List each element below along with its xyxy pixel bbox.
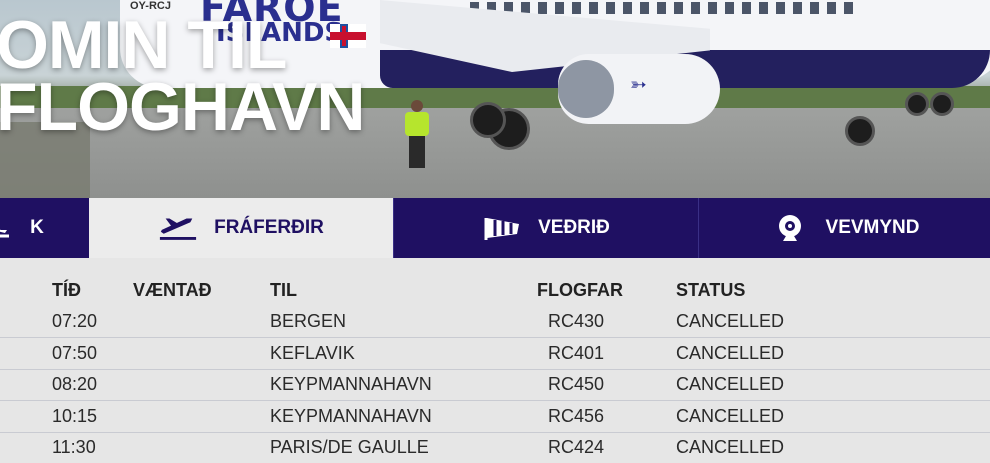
page-title: OMIN TIL FLOGHAVN <box>0 7 365 145</box>
cell-flight: RC456 <box>548 406 605 426</box>
header-flight: FLOGFAR <box>537 280 623 300</box>
webcam-icon <box>770 214 810 242</box>
tab-webcam[interactable]: VEVMYND <box>699 198 990 258</box>
cell-flight: RC450 <box>548 374 605 394</box>
landing-gear-wheel <box>470 102 506 138</box>
tab-webcam-label: VEVMYND <box>825 217 920 238</box>
table-row: 11:30 PARIS/DE GAULLE RC424 CANCELLED <box>0 432 990 463</box>
cell-flight: RC430 <box>548 311 605 331</box>
tab-weather[interactable]: VEÐRIÐ <box>394 198 698 258</box>
airplane-windows <box>470 2 860 14</box>
cell-status: CANCELLED <box>676 406 785 426</box>
table-row: 08:20 KEYPMANNAHAVN RC450 CANCELLED <box>0 369 990 401</box>
page-title-line2: FLOGHAVN <box>0 69 365 145</box>
airline-logo-icon: ➳ <box>630 74 647 96</box>
table-row: 07:20 BERGEN RC430 CANCELLED <box>0 306 990 338</box>
engine-intake <box>558 60 614 118</box>
cell-destination: BERGEN <box>270 311 347 331</box>
cell-time: 07:20 <box>52 311 98 331</box>
header-to: TIL <box>270 280 297 300</box>
header-status: STATUS <box>676 280 746 300</box>
landing-plane-icon <box>0 214 14 242</box>
rear-gear-wheel <box>930 92 954 116</box>
tab-departures-label: FRÁFERÐIR <box>214 217 324 238</box>
cell-time: 10:15 <box>52 406 98 426</box>
cell-destination: KEYPMANNAHAVN <box>270 374 432 394</box>
rear-gear-wheel <box>905 92 929 116</box>
hero-banner: ➳ OY-RCJ FAROE ISLANDS OMIN TIL FLOGHAVN <box>0 0 990 198</box>
cell-destination: KEFLAVIK <box>270 343 355 363</box>
table-row: 10:15 KEYPMANNAHAVN RC456 CANCELLED <box>0 401 990 433</box>
ground-worker <box>404 100 430 168</box>
cell-status: CANCELLED <box>676 437 785 457</box>
flight-nav: K FRÁFERÐIR VEÐRIÐ VEVMYND <box>0 198 990 258</box>
cell-flight: RC401 <box>548 343 605 363</box>
table-row: 07:50 KEFLAVIK RC401 CANCELLED <box>0 338 990 370</box>
page-title-line1: OMIN TIL <box>0 7 287 83</box>
departures-table: TÍÐ VÆNTAÐ TIL FLOGFAR STATUS 07:20 BERG… <box>0 258 990 463</box>
cell-time: 08:20 <box>52 374 98 394</box>
cell-destination: PARIS/DE GAULLE <box>270 437 429 457</box>
header-time: TÍÐ <box>52 280 81 300</box>
header-expected: VÆNTAÐ <box>133 280 212 300</box>
tab-arrivals-label: K <box>30 217 44 238</box>
tab-departures[interactable]: FRÁFERÐIR <box>89 198 393 258</box>
cell-destination: KEYPMANNAHAVN <box>270 406 432 426</box>
cell-flight: RC424 <box>548 437 605 457</box>
cell-status: CANCELLED <box>676 311 785 331</box>
cell-time: 11:30 <box>52 437 96 457</box>
cell-status: CANCELLED <box>676 343 785 363</box>
tab-arrivals[interactable]: K <box>0 198 88 258</box>
tab-weather-label: VEÐRIÐ <box>538 217 610 238</box>
departing-plane-icon <box>158 214 198 242</box>
cell-time: 07:50 <box>52 343 98 363</box>
cell-status: CANCELLED <box>676 374 785 394</box>
windsock-icon <box>482 214 522 242</box>
nose-gear-wheel <box>845 116 875 146</box>
